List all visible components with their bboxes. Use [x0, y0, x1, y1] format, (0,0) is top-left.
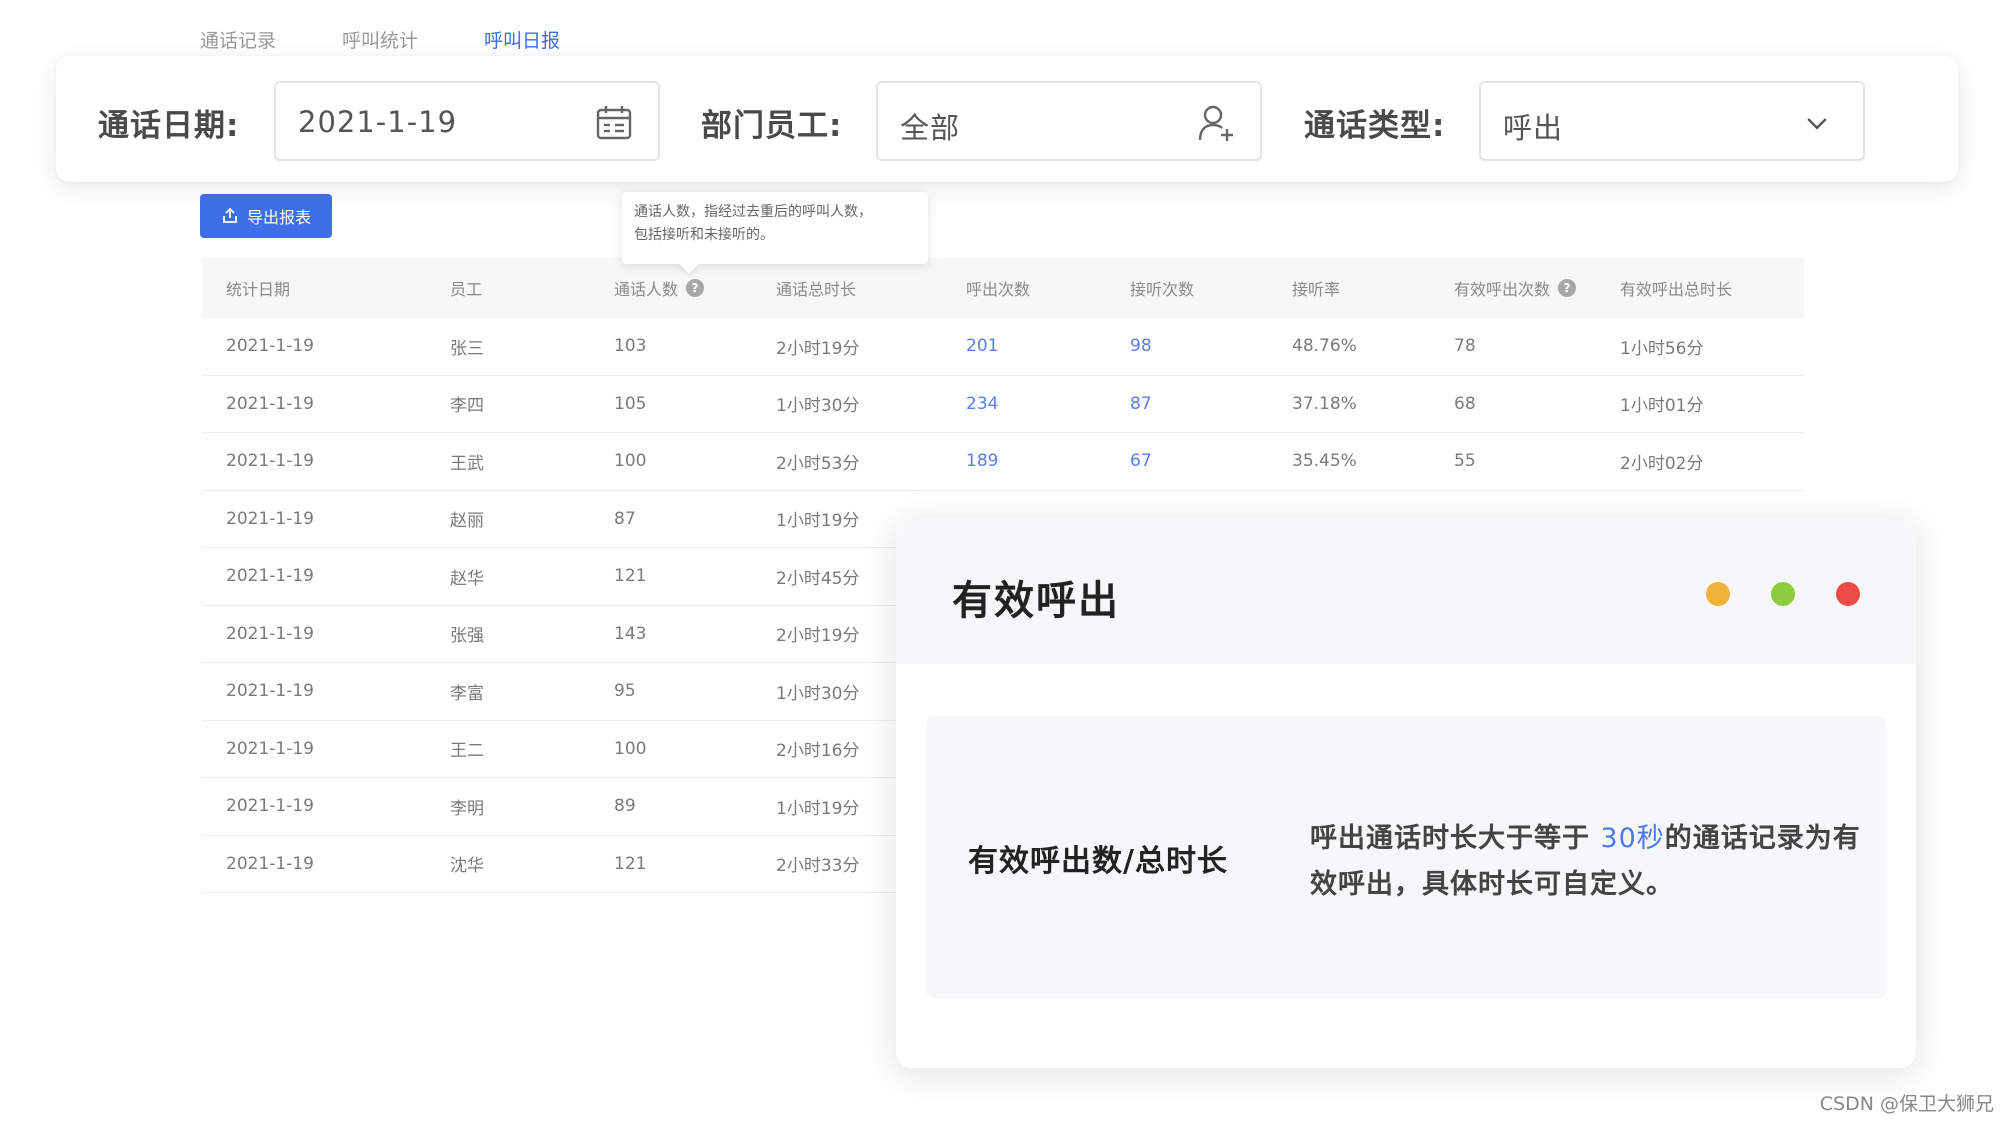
table-cell[interactable]: 98 — [1108, 336, 1272, 356]
table-cell: 2021-1-19 — [226, 738, 314, 759]
help-icon[interactable]: ? — [686, 279, 705, 297]
table-cell[interactable]: 67 — [1108, 451, 1272, 471]
table-row: 2021-1-19 王武 100 2小时53分 189 67 35.45% 55 2小时02分 — [202, 433, 1804, 491]
table-cell: 王武 — [450, 453, 484, 474]
dialog-header: 有效呼出 — [896, 518, 1916, 664]
table-cell[interactable]: 189 — [944, 451, 1108, 471]
header-answer-rate: 接听率 — [1292, 280, 1341, 299]
table-cell: 89 — [614, 796, 636, 817]
table-cell: 1小时30分 — [776, 396, 860, 417]
effective-outbound-dialog: 有效呼出 有效呼出数/总时长 呼出通话时长大于等于 30秒的通话记录为有效呼出，… — [896, 518, 1916, 1068]
table-cell: 2021-1-19 — [226, 566, 314, 587]
table-header: 统计日期 员工 通话人数? 通话总时长 呼出次数 接听次数 接听率 有效呼出次数… — [202, 258, 1804, 318]
table-cell: 李富 — [450, 683, 484, 704]
table-cell: 2021-1-19 — [226, 336, 314, 357]
definition-label: 有效呼出数/总时长 — [968, 844, 1228, 879]
tab-call-daily-report[interactable]: 呼叫日报 — [484, 26, 560, 57]
close-dot-icon[interactable] — [1836, 582, 1860, 606]
table-cell: 2021-1-19 — [226, 451, 314, 472]
table-cell: 37.18% — [1292, 393, 1357, 414]
table-cell: 1小时56分 — [1620, 338, 1704, 359]
header-stat-date: 统计日期 — [226, 280, 291, 299]
export-report-button[interactable]: 导出报表 — [200, 194, 332, 238]
table-cell: 55 — [1454, 451, 1476, 472]
tooltip-line-2: 包括接听和未接听的。 — [634, 227, 774, 243]
table-cell[interactable]: 234 — [944, 394, 1108, 414]
table-cell: 王二 — [450, 741, 484, 762]
table-cell: 张三 — [450, 338, 484, 359]
table-cell: 121 — [614, 566, 647, 587]
add-user-icon — [1198, 105, 1233, 141]
help-icon[interactable]: ? — [1558, 279, 1577, 297]
table-cell: 2小时02分 — [1620, 453, 1704, 474]
duration-threshold: 30秒 — [1600, 823, 1665, 854]
table-cell: 1小时01分 — [1620, 396, 1704, 417]
call-type-filter-label: 通话类型: — [1304, 108, 1446, 144]
table-cell: 李明 — [450, 798, 484, 819]
table-cell: 68 — [1454, 393, 1476, 414]
header-effective-duration: 有效呼出总时长 — [1620, 280, 1733, 299]
table-cell[interactable]: 87 — [1108, 394, 1272, 414]
table-cell: 35.45% — [1292, 451, 1357, 472]
table-cell: 2021-1-19 — [226, 796, 314, 817]
table-cell[interactable]: 201 — [944, 336, 1108, 356]
maximize-dot-icon[interactable] — [1771, 582, 1795, 606]
dialog-content: 有效呼出数/总时长 呼出通话时长大于等于 30秒的通话记录为有效呼出，具体时长可… — [926, 716, 1886, 998]
department-select-value: 全部 — [900, 111, 961, 145]
table-cell: 2小时53分 — [776, 453, 860, 474]
table-cell: 2021-1-19 — [226, 853, 314, 874]
department-filter-label: 部门员工: — [701, 108, 843, 144]
table-cell: 100 — [614, 451, 647, 472]
table-cell: 100 — [614, 738, 647, 759]
table-cell: 78 — [1454, 336, 1476, 357]
chevron-down-icon — [1807, 118, 1827, 130]
header-total-duration: 通话总时长 — [776, 280, 857, 299]
table-row: 2021-1-19 李四 105 1小时30分 234 87 37.18% 68 1小时01分 — [202, 376, 1804, 433]
table-cell: 143 — [614, 623, 647, 644]
table-cell: 103 — [614, 336, 647, 357]
header-outbound-count: 呼出次数 — [966, 280, 1031, 299]
tab-call-statistics[interactable]: 呼叫统计 — [342, 26, 418, 57]
calendar-icon — [596, 106, 632, 140]
department-employee-select[interactable]: 全部 — [876, 81, 1262, 161]
table-cell: 2小时19分 — [776, 338, 860, 359]
tab-bar: 通话记录 呼叫统计 呼叫日报 — [200, 26, 560, 57]
call-people-tooltip: 通话人数，指经过去重后的呼叫人数， 包括接听和未接听的。 — [622, 192, 928, 264]
header-answered-count: 接听次数 — [1130, 280, 1195, 299]
date-filter-label: 通话日期: — [98, 108, 240, 144]
call-type-value: 呼出 — [1503, 111, 1564, 145]
header-effective-outbound: 有效呼出次数? — [1436, 276, 1608, 300]
tooltip-line-1: 通话人数，指经过去重后的呼叫人数， — [634, 204, 872, 220]
upload-icon — [223, 207, 237, 223]
filter-panel: 通话日期: 2021-1-19 部门员工: 全部 通话类型: 呼出 — [56, 56, 1958, 182]
table-cell: 赵丽 — [450, 511, 484, 532]
table-cell: 87 — [614, 508, 636, 529]
dialog-title: 有效呼出 — [952, 578, 1120, 624]
table-cell: 张强 — [450, 626, 484, 647]
date-picker[interactable]: 2021-1-19 — [274, 81, 660, 161]
table-cell: 48.76% — [1292, 336, 1357, 357]
definition-description: 呼出通话时长大于等于 30秒的通话记录为有效呼出，具体时长可自定义。 — [1310, 823, 1861, 900]
table-row: 2021-1-19 张三 103 2小时19分 201 98 48.76% 78 1小时56分 — [202, 318, 1804, 376]
table-cell: 2021-1-19 — [226, 508, 314, 529]
table-cell: 赵华 — [450, 568, 484, 589]
watermark: CSDN @保卫大狮兄 — [1819, 1093, 1994, 1115]
table-cell: 2021-1-19 — [226, 623, 314, 644]
table-cell: 105 — [614, 393, 647, 414]
table-cell: 2021-1-19 — [226, 393, 314, 414]
header-call-people: 通话人数? — [588, 276, 752, 300]
table-cell: 95 — [614, 681, 636, 702]
export-report-label: 导出报表 — [246, 208, 311, 227]
table-cell: 沈华 — [450, 856, 484, 877]
call-type-dropdown[interactable]: 呼出 — [1479, 81, 1865, 161]
table-cell: 李四 — [450, 396, 484, 417]
tab-call-records[interactable]: 通话记录 — [200, 26, 276, 57]
header-employee: 员工 — [450, 280, 483, 299]
date-picker-value: 2021-1-19 — [298, 105, 458, 139]
minimize-dot-icon[interactable] — [1706, 582, 1730, 606]
table-cell: 2021-1-19 — [226, 681, 314, 702]
table-cell: 121 — [614, 853, 647, 874]
